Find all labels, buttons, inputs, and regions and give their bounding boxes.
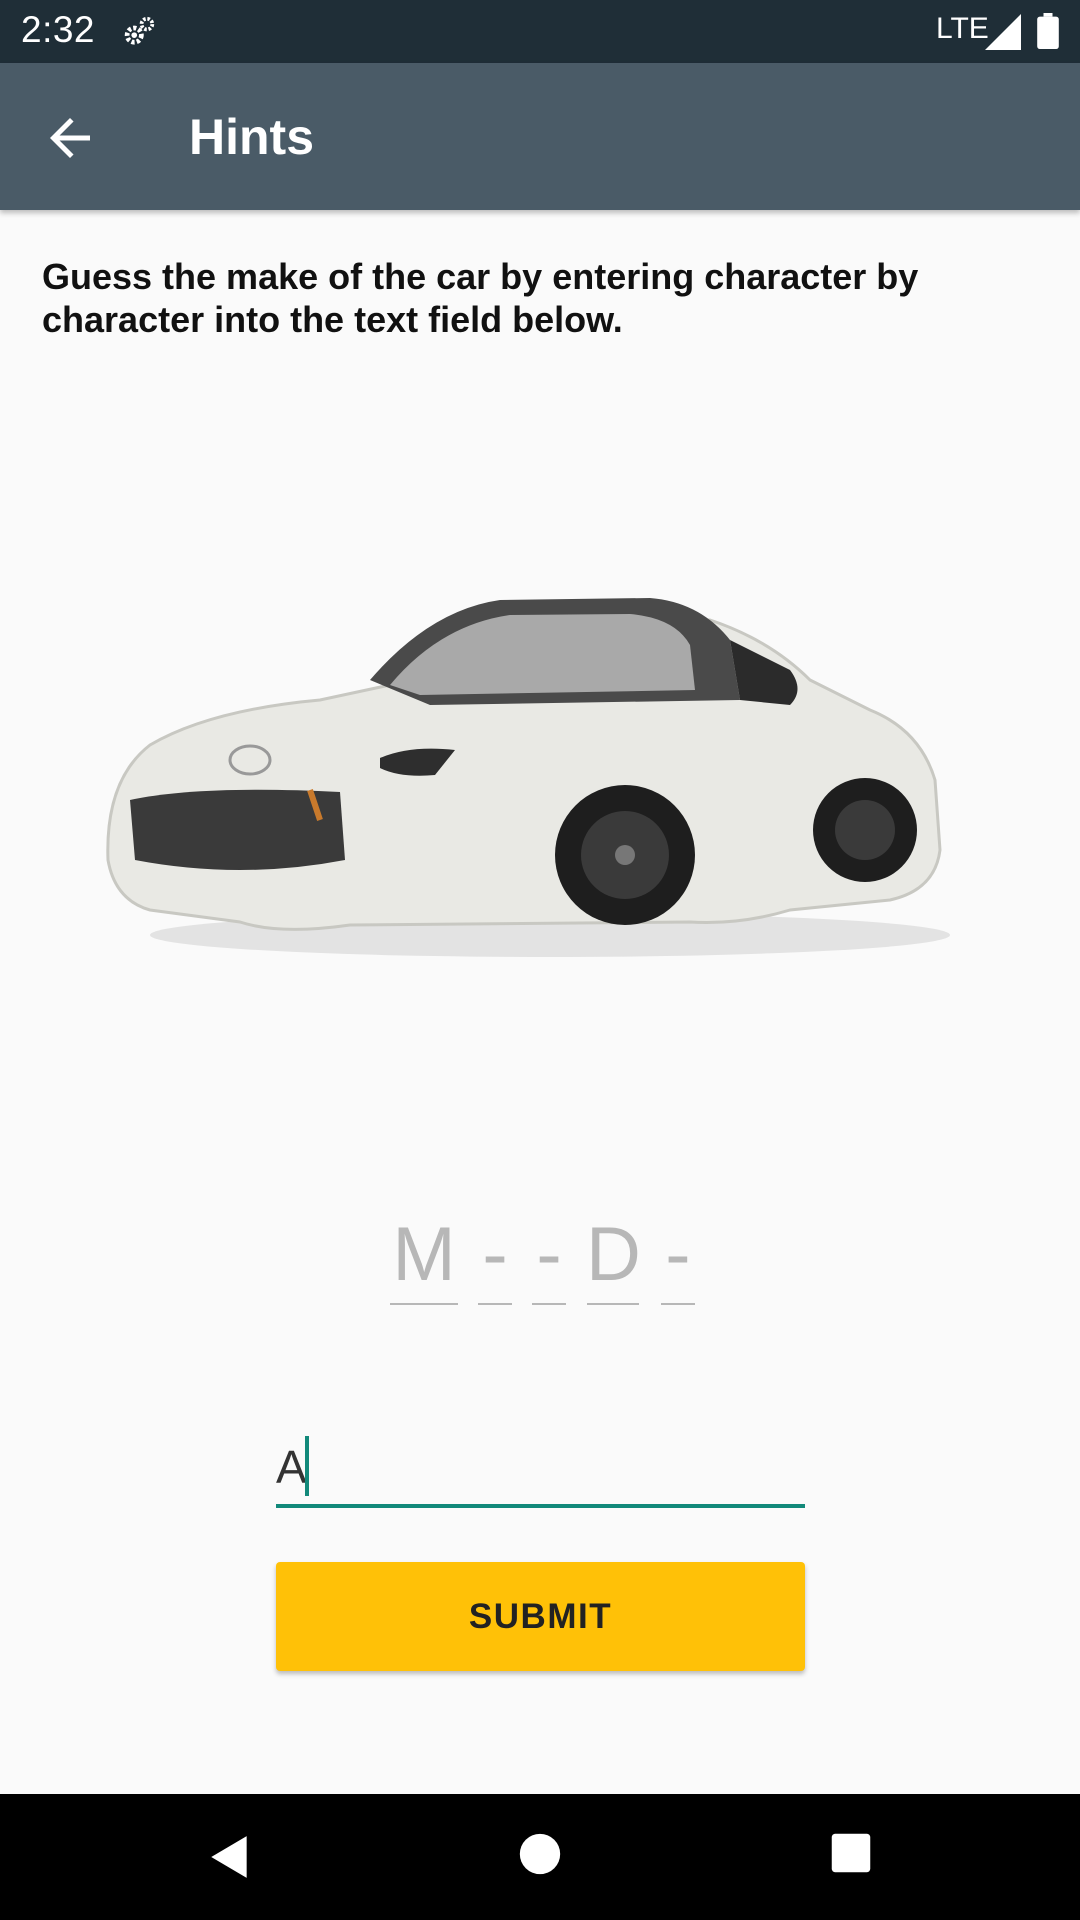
- status-time: 2:32: [21, 9, 96, 50]
- hint-char: D: [586, 1212, 641, 1297]
- battery-icon: [1037, 13, 1059, 49]
- hint-slot: D: [586, 1213, 641, 1305]
- home-circle-icon[interactable]: [518, 1832, 562, 1876]
- hint-char: -: [665, 1212, 691, 1297]
- hint-slot: M: [390, 1213, 458, 1305]
- settings-sync-icon: [124, 16, 155, 45]
- hint-word: M - - D -: [390, 1205, 715, 1305]
- hint-underline: [587, 1303, 640, 1305]
- arrow-back-icon[interactable]: [40, 108, 100, 168]
- system-nav-bar: [0, 1794, 1080, 1920]
- back-triangle-icon[interactable]: [205, 1832, 255, 1882]
- text-cursor: [305, 1436, 309, 1496]
- hint-underline: [660, 1303, 695, 1305]
- hint-underline: [390, 1303, 458, 1305]
- instructions-text: Guess the make of the car by entering ch…: [42, 256, 919, 340]
- hint-char: M: [392, 1212, 456, 1297]
- submit-button[interactable]: SUBMIT: [276, 1562, 805, 1671]
- hint-slot: -: [532, 1213, 566, 1305]
- car-image: [106, 598, 950, 957]
- network-type: LTE: [936, 12, 989, 45]
- app-bar: Hints: [0, 63, 1080, 210]
- hint-char: -: [482, 1212, 508, 1297]
- hint-slot: -: [478, 1213, 512, 1305]
- recents-square-icon[interactable]: [830, 1832, 872, 1874]
- status-bar: 2:32 LTE: [0, 0, 1080, 63]
- signal-icon: [985, 14, 1021, 50]
- hint-slot: -: [660, 1212, 695, 1305]
- hint-underline: [478, 1303, 512, 1305]
- guess-input[interactable]: [276, 1430, 805, 1508]
- hint-underline: [532, 1303, 566, 1305]
- hint-char: -: [536, 1212, 562, 1297]
- page-title: Hints: [189, 109, 314, 165]
